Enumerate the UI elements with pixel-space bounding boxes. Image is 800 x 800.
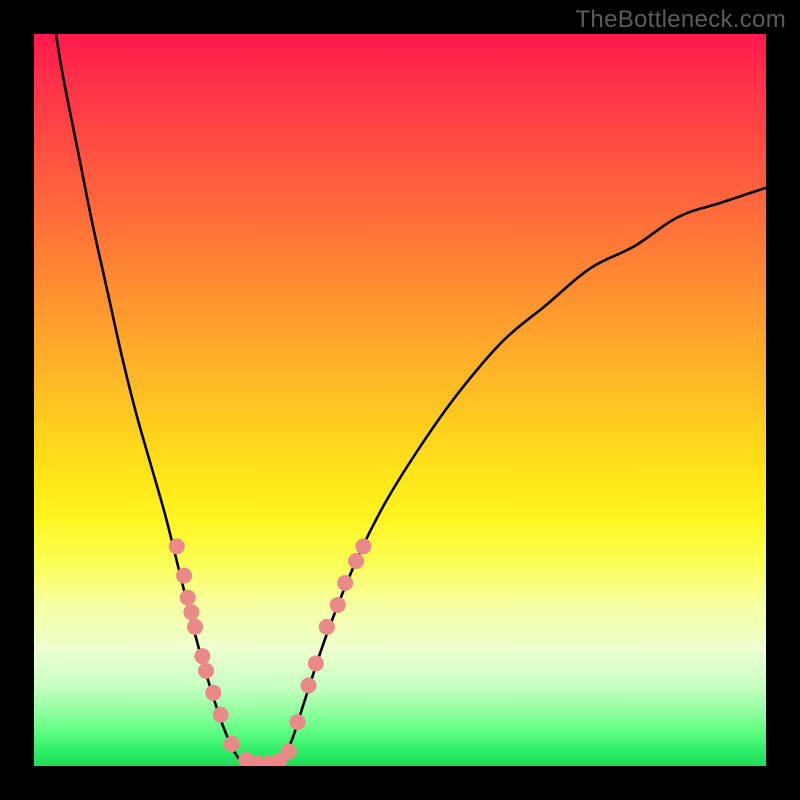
marker-dot: [348, 553, 364, 569]
marker-dot: [330, 597, 346, 613]
chart-svg: [34, 34, 766, 766]
marker-dot: [180, 590, 196, 606]
marker-dot: [281, 743, 297, 759]
marker-dot: [355, 538, 371, 554]
watermark-text: TheBottleneck.com: [575, 6, 786, 34]
marker-layer: [169, 538, 372, 766]
marker-dot: [213, 707, 229, 723]
marker-dot: [205, 685, 221, 701]
marker-dot: [198, 663, 214, 679]
marker-dot: [308, 656, 324, 672]
marker-dot: [224, 736, 240, 752]
curve-left-curve: [56, 34, 254, 766]
marker-dot: [337, 575, 353, 591]
marker-dot: [319, 619, 335, 635]
marker-dot: [176, 568, 192, 584]
marker-dot: [290, 714, 306, 730]
marker-dot: [194, 648, 210, 664]
marker-dot: [169, 538, 185, 554]
marker-dot: [187, 619, 203, 635]
chart-frame: TheBottleneck.com: [0, 0, 800, 800]
marker-dot: [183, 604, 199, 620]
curve-right-curve: [276, 188, 766, 766]
marker-dot: [301, 677, 317, 693]
curve-layer: [56, 34, 766, 766]
plot-area: [34, 34, 766, 766]
